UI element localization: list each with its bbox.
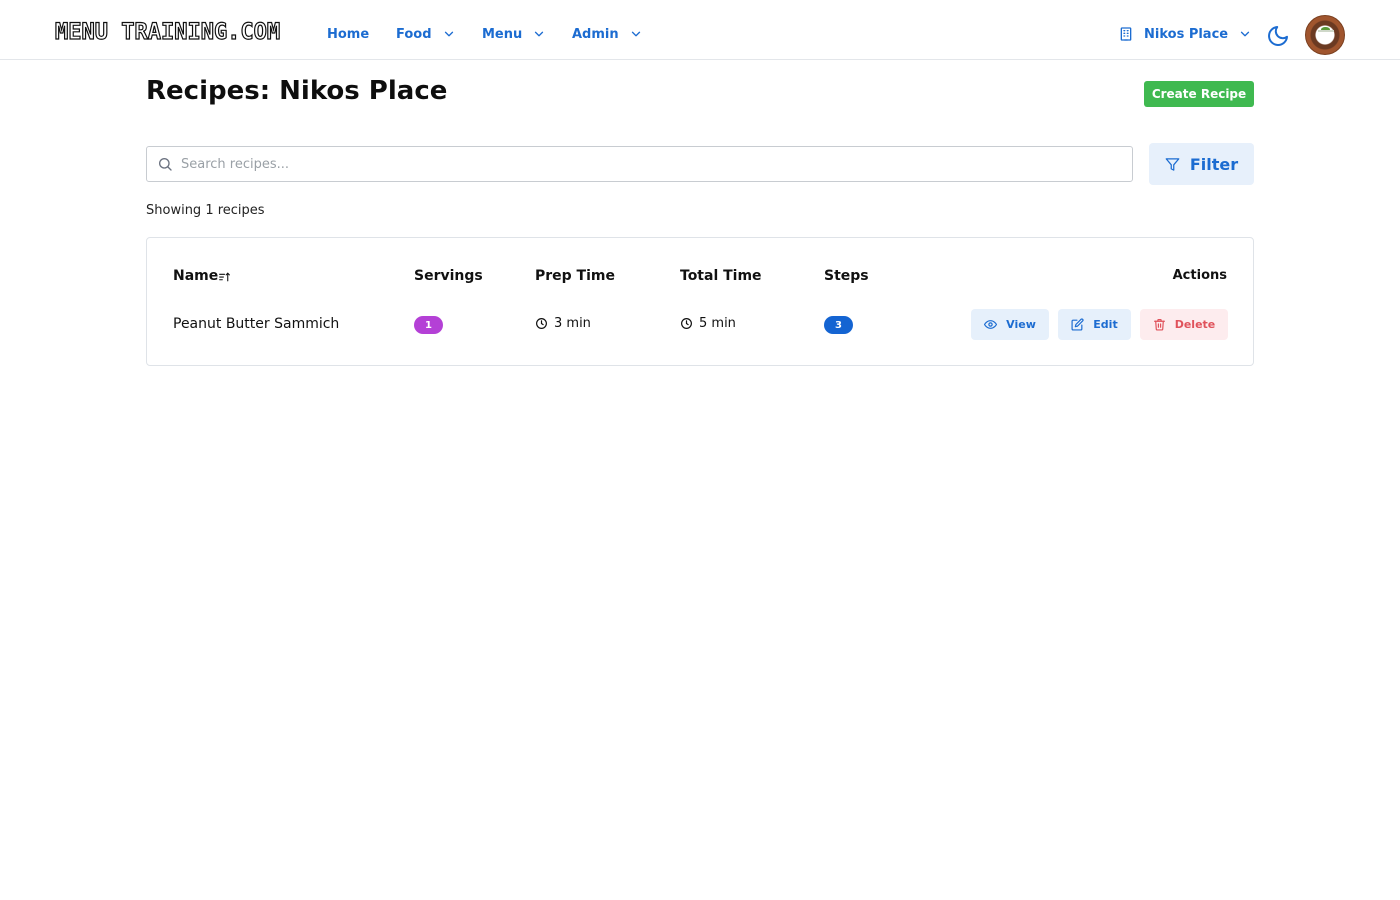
nav-home[interactable]: Home xyxy=(327,24,369,44)
restaurant-name: Nikos Place xyxy=(1144,26,1229,42)
delete-button[interactable]: Delete xyxy=(1140,309,1228,340)
restaurant-switcher[interactable]: Nikos Place xyxy=(1118,24,1252,44)
servings-badge: 1 xyxy=(414,316,443,334)
sort-icon xyxy=(219,271,231,281)
search-input[interactable] xyxy=(181,156,1132,172)
view-button[interactable]: View xyxy=(971,309,1049,340)
chevron-down-icon xyxy=(535,31,544,37)
prep-time-value: 3 min xyxy=(554,316,591,331)
nav-food-label: Food xyxy=(396,26,432,42)
recipe-name: Peanut Butter Sammich xyxy=(173,316,340,332)
column-header-prep-time: Prep Time xyxy=(535,268,615,284)
clock-icon xyxy=(536,318,547,329)
nav-admin-dropdown[interactable]: Admin xyxy=(572,24,643,44)
nav-home-label: Home xyxy=(327,26,370,42)
filter-label: Filter xyxy=(1189,154,1239,174)
nav-food-dropdown[interactable]: Food xyxy=(396,24,456,44)
search-box xyxy=(146,146,1133,182)
create-recipe-button[interactable]: Create Recipe xyxy=(1144,81,1254,107)
column-header-name-label: Name xyxy=(173,268,219,284)
top-navbar: MENU TRAINING.COM Home Food Menu Admin N… xyxy=(0,0,1400,60)
nav-menu-label: Menu xyxy=(482,26,523,42)
avatar-bowl xyxy=(1318,30,1334,40)
edit-button[interactable]: Edit xyxy=(1058,309,1131,340)
steps-cell: 3 xyxy=(824,316,853,334)
column-header-steps: Steps xyxy=(824,268,869,284)
brand-logo[interactable]: MENU TRAINING.COM xyxy=(54,19,280,47)
moon-icon[interactable] xyxy=(1266,24,1290,48)
edit-icon xyxy=(1071,318,1084,331)
clock-icon xyxy=(681,318,692,329)
user-avatar[interactable] xyxy=(1305,15,1345,55)
filter-button[interactable]: Filter xyxy=(1149,143,1254,185)
chevron-down-icon xyxy=(444,31,453,37)
prep-time-cell: 3 min xyxy=(535,316,591,331)
recipes-table: Name Servings Prep Time Total Time Steps… xyxy=(146,237,1254,366)
nav-admin-label: Admin xyxy=(572,26,619,42)
edit-label: Edit xyxy=(1093,318,1118,331)
filter-icon xyxy=(1165,157,1180,171)
page-title: Recipes: Nikos Place xyxy=(146,76,448,106)
building-icon xyxy=(1120,27,1132,41)
column-header-actions: Actions xyxy=(1172,268,1227,283)
column-header-name[interactable]: Name xyxy=(173,268,231,284)
chevron-down-icon xyxy=(1240,31,1250,37)
delete-label: Delete xyxy=(1174,318,1216,331)
trash-icon xyxy=(1153,319,1165,331)
search-icon xyxy=(159,158,172,171)
total-time-cell: 5 min xyxy=(680,316,736,331)
total-time-value: 5 min xyxy=(699,316,736,331)
chevron-down-icon xyxy=(631,31,640,37)
column-header-servings: Servings xyxy=(414,268,483,284)
column-header-total-time: Total Time xyxy=(680,268,762,284)
view-label: View xyxy=(1006,318,1036,331)
steps-badge: 3 xyxy=(824,316,853,334)
nav-menu-dropdown[interactable]: Menu xyxy=(482,24,546,44)
eye-icon xyxy=(984,320,998,329)
servings-cell: 1 xyxy=(414,316,443,334)
results-count: Showing 1 recipes xyxy=(146,203,265,218)
